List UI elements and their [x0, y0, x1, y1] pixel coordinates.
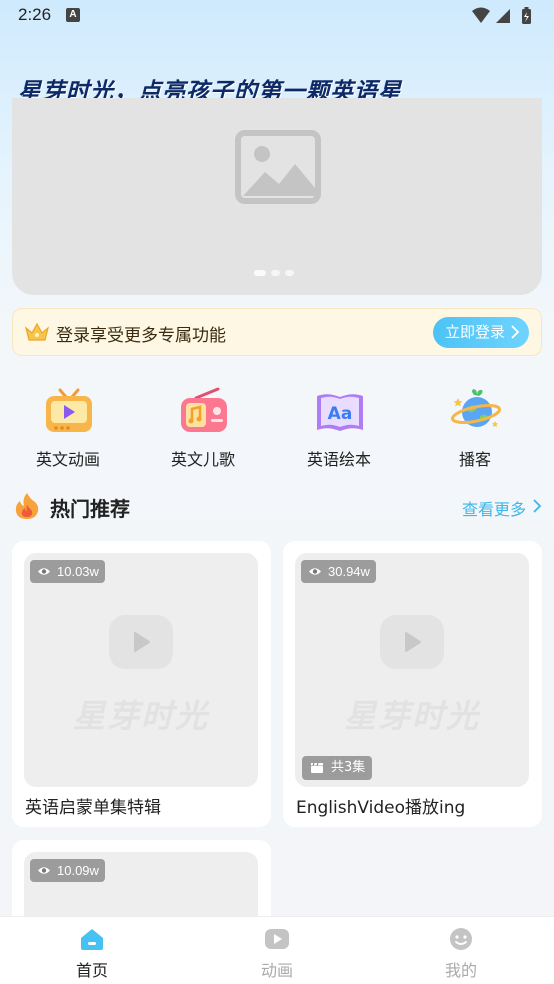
tab-label: 首页	[75, 961, 108, 980]
radio-icon	[181, 387, 227, 432]
view-count-badge: 30.94w	[301, 560, 376, 583]
login-promo-text: 登录享受更多专属功能	[56, 326, 226, 346]
view-count-badge: 10.03w	[30, 560, 105, 583]
view-count: 10.09w	[57, 863, 99, 878]
signal-icon	[496, 9, 510, 23]
carousel-dots	[254, 270, 304, 276]
episode-count-badge: 共3集	[302, 756, 373, 780]
chevron-right-icon	[533, 499, 542, 513]
wifi-icon	[472, 7, 490, 23]
login-promo-bar[interactable]: 登录享受更多专属功能 立即登录	[12, 308, 542, 356]
eye-icon	[38, 867, 50, 874]
tab-label: 我的	[444, 961, 477, 980]
brand-watermark: 星芽时光	[343, 697, 480, 735]
video-card[interactable]: 10.03w 星芽时光 英语启蒙单集特辑	[12, 541, 271, 827]
home-icon	[81, 929, 103, 950]
video-title: EnglishVideo播放ing	[296, 798, 466, 818]
status-icons	[472, 7, 531, 24]
view-count: 10.03w	[57, 564, 99, 579]
carousel-dot	[285, 270, 294, 276]
hot-recommend-header: 热门推荐 查看更多	[14, 490, 544, 522]
eye-icon	[309, 568, 321, 575]
video-thumbnail: 30.94w 星芽时光 共3集	[295, 553, 529, 787]
book-icon: Aa	[317, 394, 363, 431]
login-now-button[interactable]: 立即登录	[433, 317, 529, 348]
view-count-badge: 10.09w	[30, 859, 105, 882]
status-time: 2:26	[18, 5, 52, 24]
tv-icon	[46, 388, 92, 432]
smiley-icon	[450, 928, 472, 950]
video-title: 英语启蒙单集特辑	[25, 798, 161, 818]
eye-icon	[38, 568, 50, 575]
category-label: 英语绘本	[306, 450, 371, 469]
category-english-songs[interactable]: 英文儿歌	[148, 386, 258, 472]
status-bar: 2:26 A	[0, 0, 554, 32]
episode-count: 共3集	[331, 760, 366, 775]
see-more-link[interactable]: 查看更多	[462, 496, 542, 520]
play-icon	[380, 615, 444, 669]
svg-text:Aa: Aa	[328, 404, 353, 424]
section-title: 热门推荐	[50, 497, 130, 521]
brand-watermark: 星芽时光	[72, 697, 209, 735]
play-icon	[109, 615, 173, 669]
category-podcast[interactable]: 播客	[420, 386, 530, 472]
carousel-dot	[271, 270, 280, 276]
notification-a-icon: A	[66, 8, 80, 22]
bottom-tab-bar: 首页 动画 我的	[0, 916, 554, 984]
tab-animation[interactable]: 动画	[185, 917, 369, 984]
video-thumbnail: 10.03w 星芽时光	[24, 553, 258, 787]
image-placeholder-icon	[235, 130, 321, 204]
login-button-label: 立即登录	[445, 323, 506, 341]
category-label: 播客	[458, 450, 491, 469]
planet-icon	[450, 389, 502, 427]
category-english-picture-books[interactable]: Aa 英语绘本	[284, 386, 394, 472]
video-icon	[265, 929, 289, 949]
category-label: 英文儿歌	[170, 450, 235, 469]
category-label: 英文动画	[35, 450, 100, 469]
tab-label: 动画	[260, 961, 293, 980]
chevron-right-icon	[511, 325, 520, 339]
banner-carousel[interactable]	[12, 98, 542, 295]
flame-icon	[15, 493, 39, 519]
view-count: 30.94w	[328, 564, 370, 579]
see-more-label: 查看更多	[461, 500, 526, 519]
tab-home[interactable]: 首页	[0, 917, 184, 984]
clapperboard-icon	[311, 762, 323, 773]
carousel-dot-active	[254, 270, 266, 276]
category-english-animation[interactable]: 英文动画	[13, 386, 123, 472]
crown-icon	[24, 322, 50, 341]
tab-mine[interactable]: 我的	[369, 917, 553, 984]
video-card[interactable]: 30.94w 星芽时光 共3集 EnglishVideo播放ing	[283, 541, 542, 827]
